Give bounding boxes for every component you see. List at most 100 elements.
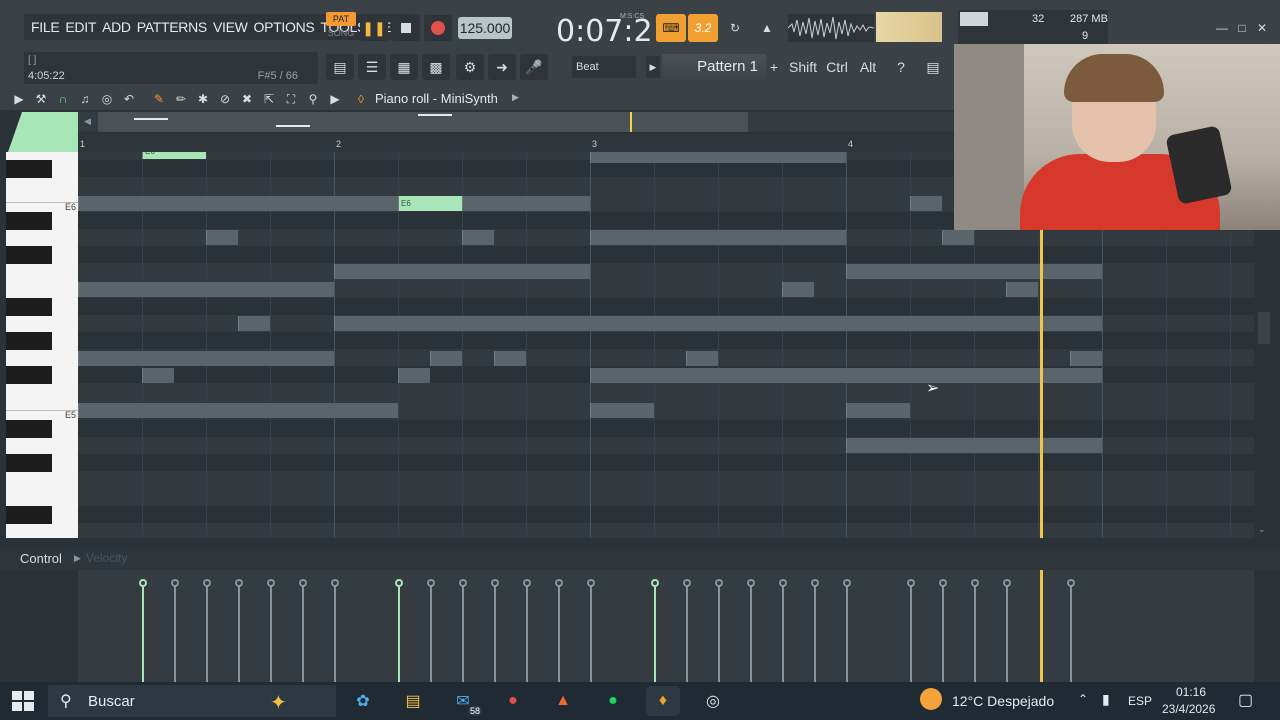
note[interactable] bbox=[846, 403, 910, 418]
black-key[interactable] bbox=[6, 246, 52, 264]
scroll-thumb[interactable] bbox=[1258, 312, 1270, 344]
menu-options[interactable]: OPTIONS bbox=[251, 14, 318, 40]
scale-icon[interactable]: ♫ bbox=[76, 90, 94, 108]
overview-scroll-left-icon[interactable]: ◀ bbox=[84, 116, 91, 127]
time-ruler[interactable]: 1 2 3 4 bbox=[78, 134, 954, 152]
scroll-down-icon[interactable]: ⌄ bbox=[1258, 524, 1266, 535]
app-icon-red[interactable]: ● bbox=[496, 686, 530, 716]
velocity-bar[interactable] bbox=[587, 579, 595, 682]
note[interactable] bbox=[398, 368, 430, 383]
stamp-icon[interactable]: ◎ bbox=[98, 90, 116, 108]
note[interactable] bbox=[206, 230, 238, 245]
black-key[interactable] bbox=[6, 366, 52, 384]
start-button[interactable] bbox=[12, 691, 34, 711]
black-key[interactable] bbox=[6, 454, 52, 472]
note[interactable] bbox=[462, 196, 590, 211]
velocity-bar[interactable] bbox=[1003, 579, 1011, 682]
zoom-box-icon[interactable]: ⛶ bbox=[282, 90, 300, 108]
control-arrow-icon[interactable]: ▶ bbox=[74, 553, 81, 564]
language-indicator[interactable]: ESP bbox=[1128, 694, 1152, 708]
note[interactable] bbox=[78, 351, 334, 366]
magnet-icon[interactable]: ∩ bbox=[54, 90, 72, 108]
slice-icon[interactable]: ✖ bbox=[238, 90, 256, 108]
menu-view[interactable]: VIEW bbox=[210, 14, 251, 40]
velocity-bar[interactable] bbox=[427, 579, 435, 682]
metronome-button[interactable]: ▲ bbox=[752, 14, 782, 42]
mixer-button[interactable]: ⚙ bbox=[456, 54, 484, 80]
velocity-bar[interactable] bbox=[779, 579, 787, 682]
pattern-selector[interactable]: Pattern 1 bbox=[662, 54, 766, 80]
playback-icon[interactable]: ▶ bbox=[326, 90, 344, 108]
velocity-bar[interactable] bbox=[715, 579, 723, 682]
brave-browser-icon[interactable]: ▲ bbox=[546, 686, 580, 716]
velocity-bar[interactable] bbox=[843, 579, 851, 682]
stop-button[interactable] bbox=[392, 15, 420, 41]
menu-add[interactable]: ADD bbox=[99, 14, 134, 40]
mute-icon[interactable]: ⊘ bbox=[216, 90, 234, 108]
piano-roll-title[interactable]: Piano roll - MiniSynth bbox=[375, 91, 498, 106]
file-explorer-icon[interactable]: ▤ bbox=[396, 686, 430, 716]
note[interactable] bbox=[78, 403, 398, 418]
piano-roll-button[interactable]: ▦ bbox=[390, 54, 418, 80]
velocity-bar[interactable] bbox=[171, 579, 179, 682]
channel-rack-button[interactable]: ☰ bbox=[358, 54, 386, 80]
menu-edit[interactable]: EDIT bbox=[62, 14, 99, 40]
note[interactable] bbox=[430, 351, 462, 366]
maximize-button[interactable]: □ bbox=[1232, 18, 1252, 38]
close-button[interactable]: ✕ bbox=[1252, 18, 1272, 38]
copilot-app-icon[interactable]: ✿ bbox=[346, 686, 380, 716]
velocity-bar[interactable] bbox=[811, 579, 819, 682]
note[interactable] bbox=[686, 351, 718, 366]
velocity-bar[interactable] bbox=[747, 579, 755, 682]
black-key[interactable] bbox=[6, 212, 52, 230]
note[interactable] bbox=[782, 282, 814, 297]
title-chevron-icon[interactable]: ▶ bbox=[512, 92, 519, 103]
velocity-bar[interactable] bbox=[939, 579, 947, 682]
black-key[interactable] bbox=[6, 160, 52, 178]
notification-icon[interactable]: ▢ bbox=[1238, 690, 1253, 710]
tray-expand-icon[interactable]: ⌃ bbox=[1078, 692, 1088, 706]
taskbar-search[interactable]: ⚲ Buscar ✦ bbox=[48, 685, 336, 717]
velocity-bar[interactable] bbox=[683, 579, 691, 682]
pr-options-arrow-icon[interactable]: ▶ bbox=[10, 90, 28, 108]
note[interactable] bbox=[142, 368, 174, 383]
velocity-bar[interactable] bbox=[971, 579, 979, 682]
pat-song-toggle[interactable]: PAT SONG bbox=[326, 12, 356, 42]
playlist-button[interactable]: ▤ bbox=[326, 54, 354, 80]
velocity-bar[interactable] bbox=[491, 579, 499, 682]
note[interactable] bbox=[334, 264, 590, 279]
shop-button[interactable]: ▤ bbox=[920, 54, 946, 80]
velocity-bar[interactable] bbox=[299, 579, 307, 682]
vertical-scrollbar[interactable]: ⌄ bbox=[1254, 228, 1274, 538]
select-icon[interactable]: ⇱ bbox=[260, 90, 278, 108]
typing-keyboard-button[interactable]: ⌨ bbox=[656, 14, 686, 42]
note[interactable] bbox=[942, 230, 974, 245]
play-pause-button[interactable]: ❚❚ bbox=[360, 15, 388, 41]
loop-record-button[interactable]: ↻ bbox=[720, 14, 750, 42]
minimize-button[interactable]: — bbox=[1212, 18, 1232, 38]
ctrl-key-button[interactable]: Ctrl bbox=[822, 54, 852, 80]
velocity-bar[interactable] bbox=[1067, 579, 1075, 682]
clock-time[interactable]: 01:16 bbox=[1176, 685, 1206, 699]
menu-file[interactable]: FILE bbox=[28, 14, 62, 40]
black-key[interactable] bbox=[6, 506, 52, 524]
velocity-bar[interactable] bbox=[907, 579, 915, 682]
note[interactable] bbox=[78, 196, 398, 211]
slide-icon[interactable]: ↶ bbox=[120, 90, 138, 108]
weather-icon[interactable] bbox=[920, 688, 942, 710]
note[interactable] bbox=[1070, 351, 1102, 366]
record-button[interactable] bbox=[424, 15, 452, 41]
note[interactable] bbox=[1006, 282, 1038, 297]
note[interactable] bbox=[78, 282, 334, 297]
shift-key-button[interactable]: Shift bbox=[786, 54, 820, 80]
note-selected[interactable]: E6 bbox=[398, 196, 462, 211]
paint-icon[interactable]: ✏ bbox=[172, 90, 190, 108]
note[interactable] bbox=[590, 368, 1102, 383]
velocity-bar[interactable] bbox=[523, 579, 531, 682]
velocity-bar[interactable] bbox=[395, 579, 403, 682]
menu-patterns[interactable]: PATTERNS bbox=[134, 14, 210, 40]
recording-button[interactable]: 🎤 bbox=[520, 54, 548, 80]
obs-icon[interactable]: ◎ bbox=[696, 686, 730, 716]
velocity-bar[interactable] bbox=[267, 579, 275, 682]
snap-select[interactable]: Beat bbox=[572, 56, 636, 78]
